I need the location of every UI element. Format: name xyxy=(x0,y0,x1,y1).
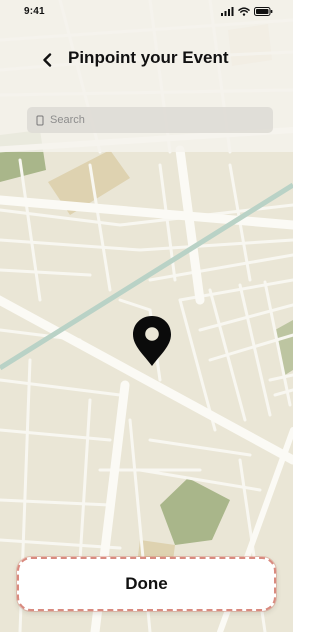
pinpoint-event-screen: 9:41 Pinpoint your Event Search Done xyxy=(0,0,293,632)
chevron-left-icon xyxy=(43,53,52,67)
back-button[interactable] xyxy=(36,50,58,70)
status-bar: 9:41 xyxy=(0,0,293,24)
map-pin-icon[interactable] xyxy=(131,315,173,367)
battery-icon xyxy=(254,7,273,16)
done-button[interactable]: Done xyxy=(17,557,276,611)
search-input[interactable] xyxy=(50,114,250,126)
status-icons xyxy=(221,7,273,16)
cellular-signal-icon xyxy=(221,7,234,16)
search-icon xyxy=(35,114,45,126)
page-title: Pinpoint your Event xyxy=(68,48,229,67)
status-time: 9:41 xyxy=(24,6,45,17)
wifi-icon xyxy=(238,7,250,16)
search-bar[interactable] xyxy=(27,107,273,133)
